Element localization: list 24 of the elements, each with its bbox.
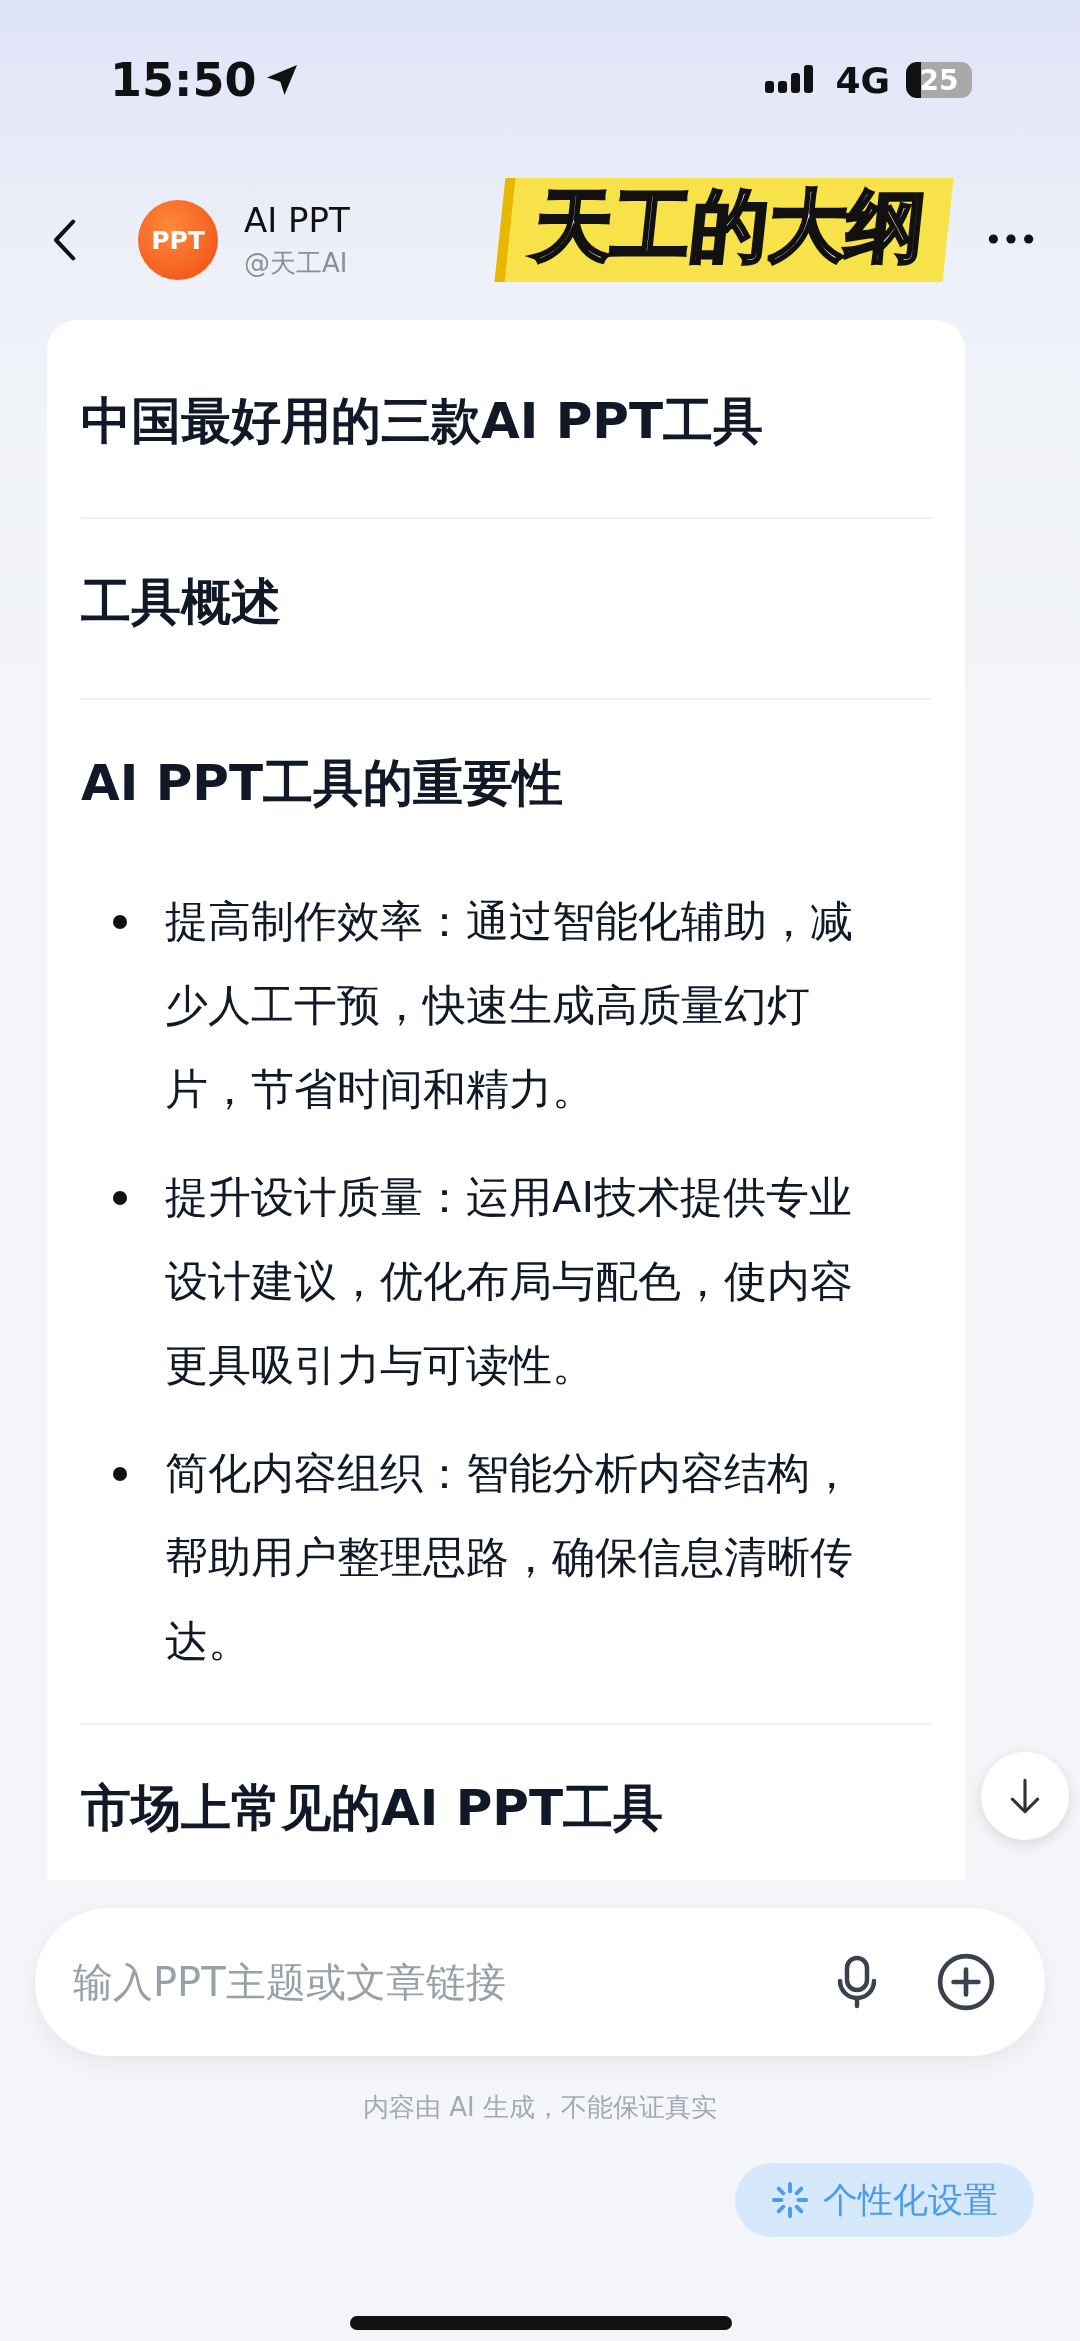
- battery-indicator: 25: [906, 62, 972, 98]
- outline-heading: 中国最好用的三款AI PPT工具: [81, 391, 765, 452]
- personalization-button[interactable]: 个性化设置: [735, 2163, 1034, 2237]
- network-label: 4G: [835, 59, 890, 101]
- outline-heading: AI PPT工具的重要性: [81, 753, 565, 814]
- bullet-icon: [113, 1191, 127, 1205]
- chat-title: AI PPT: [244, 199, 350, 240]
- outline-heading: 工具概述: [81, 572, 282, 633]
- avatar-logo: PPT: [138, 200, 218, 280]
- add-icon[interactable]: [937, 1953, 995, 2011]
- bullet-icon: [113, 915, 127, 929]
- outline-heading: 市场上常见的AI PPT工具: [81, 1778, 665, 1839]
- disclaimer-text: 内容由 AI 生成，不能保证真实: [362, 2091, 718, 2124]
- account-handle: @天工AI: [244, 246, 349, 280]
- microphone-icon[interactable]: [837, 1955, 877, 2009]
- sparkle-icon: [771, 2181, 809, 2219]
- sticker-label: 天工的大纲: [494, 178, 954, 282]
- bullet-icon: [113, 1467, 127, 1481]
- status-time: 15:50: [110, 53, 257, 107]
- more-icon[interactable]: [988, 233, 1034, 245]
- message-input-field[interactable]: 输入PPT主题或文章链接: [71, 1958, 777, 2006]
- bullet-text: 提升设计质量：运用AI技术提供专业设计建议，优化布局与配色，使内容更具吸引力与可读性。: [165, 1171, 854, 1392]
- bullet-text: 提高制作效率：通过智能化辅助，减少人工干预，快速生成高质量幻灯片，节省时间和精力。: [165, 895, 854, 1116]
- bullet-text: 简化内容组织：智能分析内容结构，帮助用户整理思路，确保信息清晰传达。: [165, 1447, 854, 1668]
